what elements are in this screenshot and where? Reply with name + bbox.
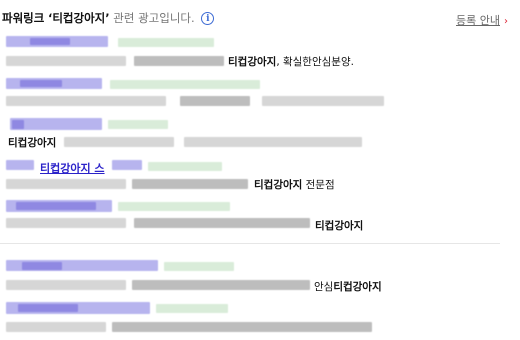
ad-url-blur — [108, 120, 168, 129]
ad-title-blur — [16, 202, 96, 210]
ad-keyword: 티컵강아지 — [228, 56, 277, 68]
ad-title-blur — [22, 262, 62, 270]
ad-text-after: 전문점 — [302, 179, 335, 191]
ad-item[interactable] — [0, 300, 500, 340]
section-divider — [0, 243, 500, 244]
ad-url-blur — [110, 80, 260, 89]
ad-desc-blur — [184, 137, 362, 147]
ad-item[interactable]: 티컵강아지, 확실한안심분양. — [0, 34, 500, 74]
ad-description: 안심티컵강아지 — [314, 279, 382, 294]
ad-desc-blur — [64, 137, 174, 147]
ad-title-blur — [6, 160, 34, 170]
ad-desc-blur — [6, 56, 126, 66]
ad-description: 티컵강아지 — [315, 218, 363, 233]
title-keyword: ‘티컵강아지’ — [47, 11, 110, 25]
ad-item[interactable]: 티컵강아지 스 티컵강아지 전문점 — [0, 158, 500, 198]
ad-desc-blur — [6, 218, 126, 228]
ad-description: 티컵강아지, 확실한안심분양. — [228, 54, 354, 69]
ad-desc-blur — [132, 179, 248, 189]
title-suffix: 관련 광고입니다. — [113, 11, 195, 25]
ad-url-blur — [118, 38, 214, 47]
chevron-right-icon: › — [504, 16, 508, 27]
register-link-label: 등록 안내 — [456, 14, 500, 27]
powerlink-header: 파워링크 ‘티컵강아지’ 관련 광고입니다. i 등록 안내 › — [0, 0, 520, 32]
ad-desc-blur — [262, 96, 384, 106]
ad-item[interactable]: 티컵강아지 — [0, 116, 500, 156]
ad-keyword: 티컵강아지 — [8, 137, 57, 149]
ad-desc-blur — [6, 96, 166, 106]
ad-description: 티컵강아지 — [8, 135, 56, 150]
ad-url-blur — [156, 304, 228, 313]
ad-item[interactable] — [0, 76, 500, 114]
ad-title-blur — [12, 120, 24, 129]
ad-text-before: 안심 — [314, 281, 334, 293]
ad-item[interactable]: 티컵강아지 — [0, 198, 500, 238]
title-prefix: 파워링크 — [2, 11, 45, 25]
register-guide-link[interactable]: 등록 안내 › — [456, 12, 508, 28]
ad-keyword: 티컵강아지 — [315, 220, 364, 232]
ad-desc-blur — [132, 280, 310, 290]
ad-title-blur — [18, 304, 78, 312]
ad-desc-blur — [6, 280, 126, 290]
info-icon[interactable]: i — [201, 12, 215, 25]
ad-url-blur — [164, 262, 234, 271]
ad-desc-blur — [112, 322, 372, 332]
ad-keyword: 티컵강아지 — [333, 281, 382, 293]
section-title: 파워링크 ‘티컵강아지’ 관련 광고입니다. i — [2, 10, 215, 26]
ad-desc-blur — [180, 96, 250, 106]
ad-text-after: , 확실한안심분양. — [276, 56, 354, 68]
ad-title-blur — [30, 38, 70, 45]
ad-description: 티컵강아지 전문점 — [254, 177, 335, 192]
ad-desc-blur — [134, 218, 310, 228]
ad-url-blur — [118, 202, 230, 211]
ad-url-blur — [148, 162, 222, 171]
ad-desc-blur — [6, 322, 106, 332]
ad-title-blur — [112, 160, 142, 170]
ad-item[interactable]: 안심티컵강아지 — [0, 258, 500, 298]
ad-title-link[interactable]: 티컵강아지 스 — [40, 160, 105, 176]
ad-desc-blur — [6, 179, 126, 189]
ad-title-blur — [20, 80, 62, 87]
ad-desc-blur — [134, 56, 224, 66]
ad-keyword: 티컵강아지 — [254, 179, 303, 191]
